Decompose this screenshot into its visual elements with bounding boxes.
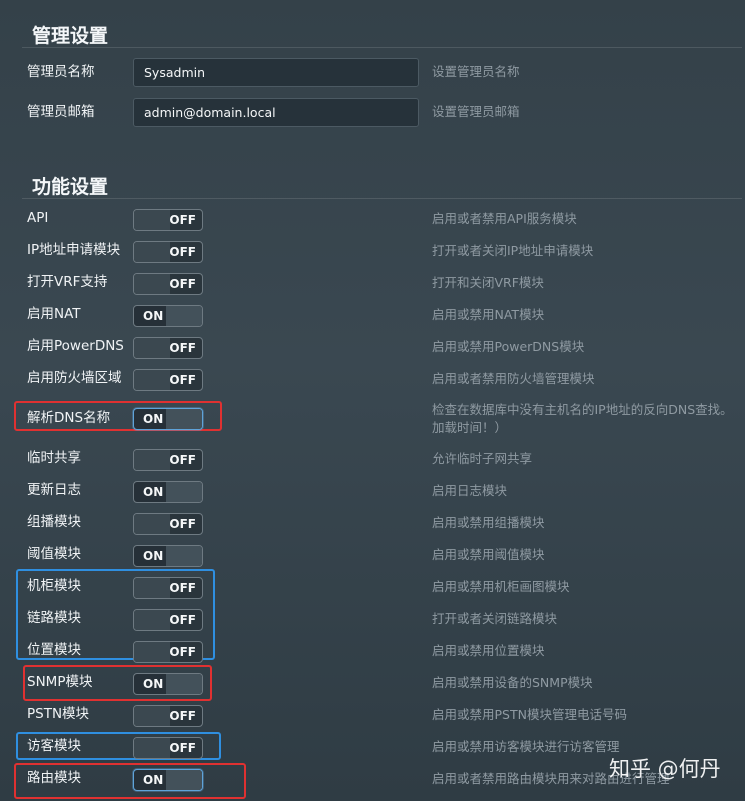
feature-label-nat: 启用NAT bbox=[27, 306, 81, 322]
toggle-ip-request[interactable]: OFF bbox=[133, 241, 203, 263]
watermark: 知乎 @何丹 bbox=[609, 757, 721, 781]
feature-label-changelog: 更新日志 bbox=[27, 482, 81, 498]
toggle-nat[interactable]: ON bbox=[133, 305, 203, 327]
admin-name-input[interactable] bbox=[133, 58, 419, 87]
toggle-resolve-dns[interactable]: ON bbox=[133, 408, 203, 430]
feature-label-firewall-zone: 启用防火墙区域 bbox=[27, 370, 122, 386]
feature-section-divider bbox=[22, 198, 742, 199]
toggle-location-state: OFF bbox=[169, 645, 196, 659]
feature-label-powerdns: 启用PowerDNS bbox=[27, 338, 124, 354]
toggle-rack-state: OFF bbox=[169, 581, 196, 595]
toggle-visitor[interactable]: OFF bbox=[133, 737, 203, 759]
admin-email-hint: 设置管理员邮箱 bbox=[432, 104, 520, 119]
feature-hint-multicast: 启用或禁用组播模块 bbox=[432, 515, 545, 530]
toggle-firewall-zone[interactable]: OFF bbox=[133, 369, 203, 391]
toggle-api[interactable]: OFF bbox=[133, 209, 203, 231]
feature-hint-resolve-dns-line2: 加载时间！） bbox=[432, 420, 508, 435]
toggle-rack[interactable]: OFF bbox=[133, 577, 203, 599]
feature-hint-nat: 启用或禁用NAT模块 bbox=[432, 307, 545, 322]
feature-hint-visitor: 启用或禁用访客模块进行访客管理 bbox=[432, 739, 620, 754]
feature-hint-rack: 启用或禁用机柜画图模块 bbox=[432, 579, 570, 594]
toggle-routing[interactable]: ON bbox=[133, 769, 203, 791]
feature-hint-location: 启用或禁用位置模块 bbox=[432, 643, 545, 658]
toggle-powerdns[interactable]: OFF bbox=[133, 337, 203, 359]
feature-hint-firewall-zone: 启用或者禁用防火墙管理模块 bbox=[432, 371, 595, 386]
feature-label-link: 链路模块 bbox=[27, 610, 81, 626]
admin-section-title: 管理设置 bbox=[32, 25, 109, 47]
feature-hint-threshold: 启用或禁用阈值模块 bbox=[432, 547, 545, 562]
toggle-visitor-state: OFF bbox=[169, 741, 196, 755]
feature-label-api: API bbox=[27, 210, 49, 226]
toggle-api-state: OFF bbox=[169, 213, 196, 227]
toggle-pstn-state: OFF bbox=[169, 709, 196, 723]
toggle-ip-request-state: OFF bbox=[169, 245, 196, 259]
toggle-firewall-zone-state: OFF bbox=[169, 373, 196, 387]
feature-hint-ip-request: 打开或者关闭IP地址申请模块 bbox=[432, 243, 594, 258]
feature-label-location: 位置模块 bbox=[27, 642, 81, 658]
toggle-nat-state: ON bbox=[143, 309, 164, 323]
toggle-location[interactable]: OFF bbox=[133, 641, 203, 663]
toggle-link[interactable]: OFF bbox=[133, 609, 203, 631]
feature-hint-pstn: 启用或禁用PSTN模块管理电话号码 bbox=[432, 707, 627, 722]
feature-section-title: 功能设置 bbox=[32, 176, 109, 198]
admin-email-input[interactable] bbox=[133, 98, 419, 127]
feature-hint-link: 打开或者关闭链路模块 bbox=[432, 611, 558, 626]
feature-label-routing: 路由模块 bbox=[27, 770, 81, 786]
toggle-pstn[interactable]: OFF bbox=[133, 705, 203, 727]
feature-label-rack: 机柜模块 bbox=[27, 578, 81, 594]
feature-label-threshold: 阈值模块 bbox=[27, 546, 81, 562]
feature-label-snmp: SNMP模块 bbox=[27, 674, 93, 690]
admin-name-hint: 设置管理员名称 bbox=[432, 64, 520, 79]
toggle-temp-share-state: OFF bbox=[169, 453, 196, 467]
toggle-multicast[interactable]: OFF bbox=[133, 513, 203, 535]
toggle-vrf-state: OFF bbox=[169, 277, 196, 291]
feature-label-resolve-dns: 解析DNS名称 bbox=[27, 410, 111, 426]
toggle-threshold-state: ON bbox=[143, 549, 164, 563]
feature-hint-resolve-dns: 检查在数据库中没有主机名的IP地址的反向DNS查找。 bbox=[432, 402, 733, 417]
feature-hint-changelog: 启用日志模块 bbox=[432, 483, 508, 498]
feature-label-visitor: 访客模块 bbox=[27, 738, 81, 754]
feature-label-temp-share: 临时共享 bbox=[27, 450, 81, 466]
admin-email-label: 管理员邮箱 bbox=[27, 104, 95, 120]
toggle-powerdns-state: OFF bbox=[169, 341, 196, 355]
toggle-threshold[interactable]: ON bbox=[133, 545, 203, 567]
toggle-snmp-state: ON bbox=[143, 677, 164, 691]
toggle-routing-state: ON bbox=[143, 773, 164, 787]
toggle-temp-share[interactable]: OFF bbox=[133, 449, 203, 471]
feature-hint-api: 启用或者禁用API服务模块 bbox=[432, 211, 577, 226]
toggle-vrf[interactable]: OFF bbox=[133, 273, 203, 295]
feature-hint-vrf: 打开和关闭VRF模块 bbox=[432, 275, 544, 290]
feature-hint-powerdns: 启用或禁用PowerDNS模块 bbox=[432, 339, 585, 354]
toggle-multicast-state: OFF bbox=[169, 517, 196, 531]
toggle-snmp[interactable]: ON bbox=[133, 673, 203, 695]
toggle-resolve-dns-state: ON bbox=[143, 412, 164, 426]
feature-hint-snmp: 启用或禁用设备的SNMP模块 bbox=[432, 675, 593, 690]
admin-section-divider bbox=[22, 47, 742, 48]
feature-label-ip-request: IP地址申请模块 bbox=[27, 242, 121, 258]
feature-hint-temp-share: 允许临时子网共享 bbox=[432, 451, 533, 466]
toggle-changelog-state: ON bbox=[143, 485, 164, 499]
feature-label-pstn: PSTN模块 bbox=[27, 706, 90, 722]
feature-label-multicast: 组播模块 bbox=[27, 514, 81, 530]
toggle-link-state: OFF bbox=[169, 613, 196, 627]
feature-label-vrf: 打开VRF支持 bbox=[27, 274, 108, 290]
admin-name-label: 管理员名称 bbox=[27, 64, 95, 80]
toggle-changelog[interactable]: ON bbox=[133, 481, 203, 503]
